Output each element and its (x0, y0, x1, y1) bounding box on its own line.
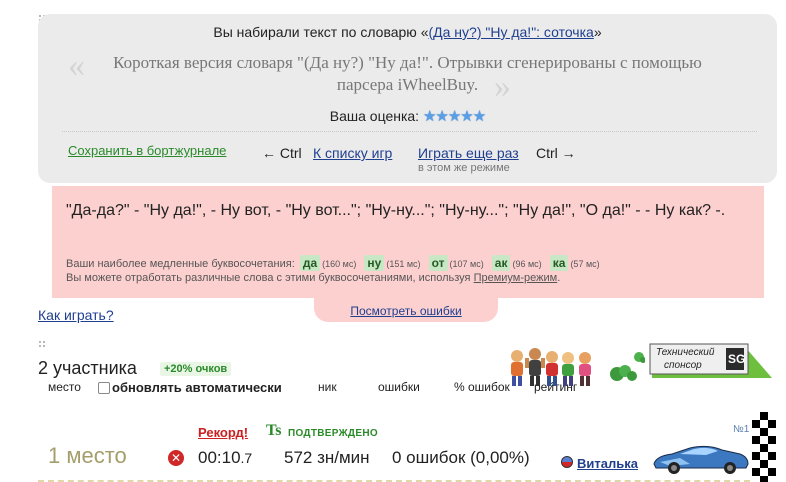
spectators-illustration (511, 348, 645, 386)
combo-badge: ка (549, 255, 569, 271)
race-speed: 572 зн/мин (284, 448, 370, 467)
car-number: №1 (733, 424, 750, 435)
errors-tab: Посмотреть ошибки (314, 296, 498, 322)
panel-divider (62, 131, 757, 132)
view-errors-link[interactable]: Посмотреть ошибки (314, 304, 498, 318)
save-to-logbook-link[interactable]: Сохранить в бортжурнале (68, 143, 226, 158)
spectator-figure (546, 351, 558, 386)
rating-row: Ваша оценка: ★★★★★ (38, 107, 777, 125)
spectator-figure (562, 352, 574, 386)
combo-badge: ну (364, 255, 385, 271)
games-list-link[interactable]: К списку игр (313, 145, 392, 161)
combo-time: (151 мс) (386, 259, 421, 269)
combo-time: (160 мс) (322, 259, 357, 269)
vocabulary-line: Вы набирали текст по словарю «(Да ну?) "… (38, 24, 777, 40)
practice-text: Вы можете отработать различные слова с э… (66, 272, 474, 284)
vocabulary-suffix: » (593, 24, 602, 40)
dots-decoration-mid (38, 340, 46, 348)
quote-close-icon: » (494, 68, 511, 105)
quote-open-icon: « (68, 47, 85, 84)
premium-mode-link[interactable]: Премиум-режим (474, 272, 558, 284)
record-label[interactable]: Рекорд! (198, 425, 248, 440)
participants-count: 2 участника (38, 358, 137, 378)
slow-combos-row: Ваши наиболее медленные буквосочетания: … (66, 255, 603, 271)
race-errors: 0 ошибок (0,00%) (392, 448, 530, 467)
remove-result-icon[interactable]: ✕ (168, 450, 184, 466)
sponsor-line2: спонсор (664, 360, 702, 371)
auto-update-toggle[interactable]: обновлять автоматически (98, 380, 282, 395)
race-time: 00:10.7 (198, 448, 252, 468)
slow-combos-label: Ваши наиболее медленные буквосочетания: (66, 258, 295, 270)
player-name-link[interactable]: Виталька (577, 456, 638, 471)
ctrl-right-hint: Ctrl → (536, 145, 576, 161)
spectator-figure (525, 348, 545, 386)
race-time-main: 00:10 (198, 448, 241, 467)
rating-label: Ваша оценка: (329, 108, 420, 124)
combo-badge: от (428, 255, 448, 271)
bush-icon (634, 352, 645, 363)
race-time-ms: .7 (240, 450, 253, 466)
column-errors-percent: % ошибок (454, 380, 510, 394)
vocabulary-description: Короткая версия словаря "(Да ну?) "Ну да… (113, 53, 702, 94)
spectator-figure (579, 352, 591, 386)
bush-icon (610, 365, 637, 381)
combo-badge: да (299, 255, 321, 271)
spectator-figure (511, 350, 523, 386)
bonus-badge: +20% очков (160, 362, 232, 376)
user-rank-icon (561, 456, 573, 468)
column-nick: ник (318, 380, 337, 394)
race-car-icon (653, 445, 749, 474)
ctrl-left-hint: ← Ctrl (262, 145, 302, 161)
vocabulary-link[interactable]: (Да ну?) "Ну да!": соточка (428, 24, 593, 40)
practice-end: . (557, 272, 561, 284)
combo-time: (107 мс) (449, 259, 484, 269)
auto-update-checkbox[interactable] (98, 381, 110, 394)
same-mode-note: в этом же режиме (418, 162, 510, 174)
sponsor-line1: Технический (656, 347, 715, 358)
combo-badge: ак (491, 255, 511, 271)
vocabulary-info-panel: Вы набирали текст по словарю «(Да ну?) "… (38, 14, 777, 183)
combo-time: (57 мс) (570, 259, 600, 269)
play-again-link[interactable]: Играть еще раз (418, 145, 519, 161)
rating-stars-icon[interactable]: ★★★★★ (423, 107, 486, 125)
combo-time: (96 мс) (512, 259, 542, 269)
sponsor-logo: SG (728, 352, 746, 366)
finish-flag-icon (752, 412, 776, 482)
auto-update-label: обновлять автоматически (112, 380, 282, 395)
typed-text: "Да-да?" - "Ну да!", - Ну вот, - "Ну вот… (66, 202, 726, 219)
ts-icon: Ts (266, 422, 282, 439)
place-label: 1 место (48, 443, 127, 468)
column-errors: ошибки (378, 380, 420, 394)
practice-note: Вы можете отработать различные слова с э… (66, 272, 560, 284)
typed-text-panel: "Да-да?" - "Ну да!", - Ну вот, - "Ну вот… (52, 186, 764, 298)
column-place: место (48, 380, 81, 394)
confirmed-label: ПОДТВЕРЖДЕНО (288, 428, 378, 439)
vocabulary-prefix: Вы набирали текст по словарю « (213, 24, 429, 40)
how-to-play-link[interactable]: Как играть? (38, 307, 114, 323)
